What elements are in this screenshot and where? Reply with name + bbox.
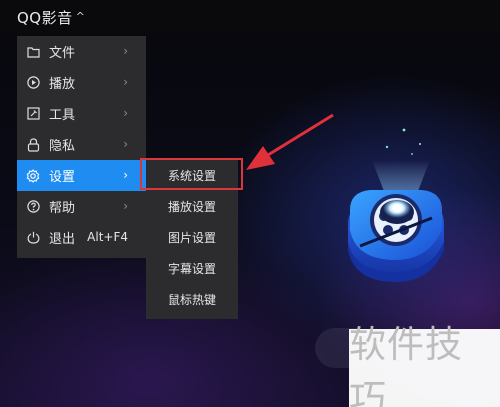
menu-item-help[interactable]: 帮助 › — [17, 191, 146, 222]
main-menu: 文件 › 播放 › 工具 › 隐私 › 设置 › 帮助 › 退出 Alt+F4 — [17, 36, 146, 258]
menu-item-file[interactable]: 文件 › — [17, 36, 146, 67]
play-icon — [26, 76, 40, 90]
tools-icon — [26, 107, 40, 121]
folder-icon — [26, 45, 40, 59]
qq-player-window: QQ影音 ^ 文件 › 播放 › 工具 › 隐私 › 设置 › 帮助 › 退出 … — [0, 0, 500, 407]
chevron-right-icon: › — [123, 168, 128, 182]
lock-icon — [26, 137, 40, 152]
chevron-right-icon: › — [123, 75, 128, 89]
power-icon — [26, 231, 40, 245]
submenu-item-label: 系统设置 — [167, 169, 216, 183]
menu-item-privacy[interactable]: 隐私 › — [17, 129, 146, 160]
menu-item-label: 帮助 — [49, 201, 76, 216]
shortcut-label: Alt+F4 — [87, 230, 128, 244]
menu-item-tools[interactable]: 工具 › — [17, 98, 146, 129]
submenu-item-playback-settings[interactable]: 播放设置 — [146, 191, 238, 222]
menu-item-label: 文件 — [49, 46, 76, 61]
menu-item-label: 退出 — [49, 232, 76, 247]
submenu-item-label: 图片设置 — [167, 231, 216, 245]
submenu-item-subtitle-settings[interactable]: 字幕设置 — [146, 253, 238, 284]
chevron-right-icon: › — [123, 199, 128, 213]
gear-icon — [26, 168, 40, 183]
chevron-right-icon: › — [123, 106, 128, 120]
chevron-right-icon: › — [123, 44, 128, 58]
submenu-item-image-settings[interactable]: 图片设置 — [146, 222, 238, 253]
submenu-item-label: 鼠标热键 — [167, 293, 216, 307]
submenu-item-system-settings[interactable]: 系统设置 — [146, 160, 238, 191]
menu-item-label: 工具 — [49, 108, 76, 123]
submenu-item-mouse-hotkeys[interactable]: 鼠标热键 — [146, 284, 238, 315]
chevron-right-icon: › — [123, 137, 128, 151]
watermark-text: 软件技巧 — [349, 323, 463, 407]
help-icon — [26, 200, 40, 214]
menu-item-label: 播放 — [49, 77, 76, 92]
submenu-item-label: 播放设置 — [167, 200, 216, 214]
submenu-item-label: 字幕设置 — [167, 262, 216, 276]
menu-item-settings[interactable]: 设置 › — [17, 160, 146, 191]
settings-submenu: 系统设置 播放设置 图片设置 字幕设置 鼠标热键 — [146, 160, 238, 319]
watermark: 软件技巧 — [349, 323, 500, 407]
menu-item-exit[interactable]: 退出 Alt+F4 — [17, 222, 146, 253]
menu-item-play[interactable]: 播放 › — [17, 67, 146, 98]
menu-item-label: 隐私 — [49, 139, 76, 154]
menu-item-label: 设置 — [49, 170, 76, 185]
